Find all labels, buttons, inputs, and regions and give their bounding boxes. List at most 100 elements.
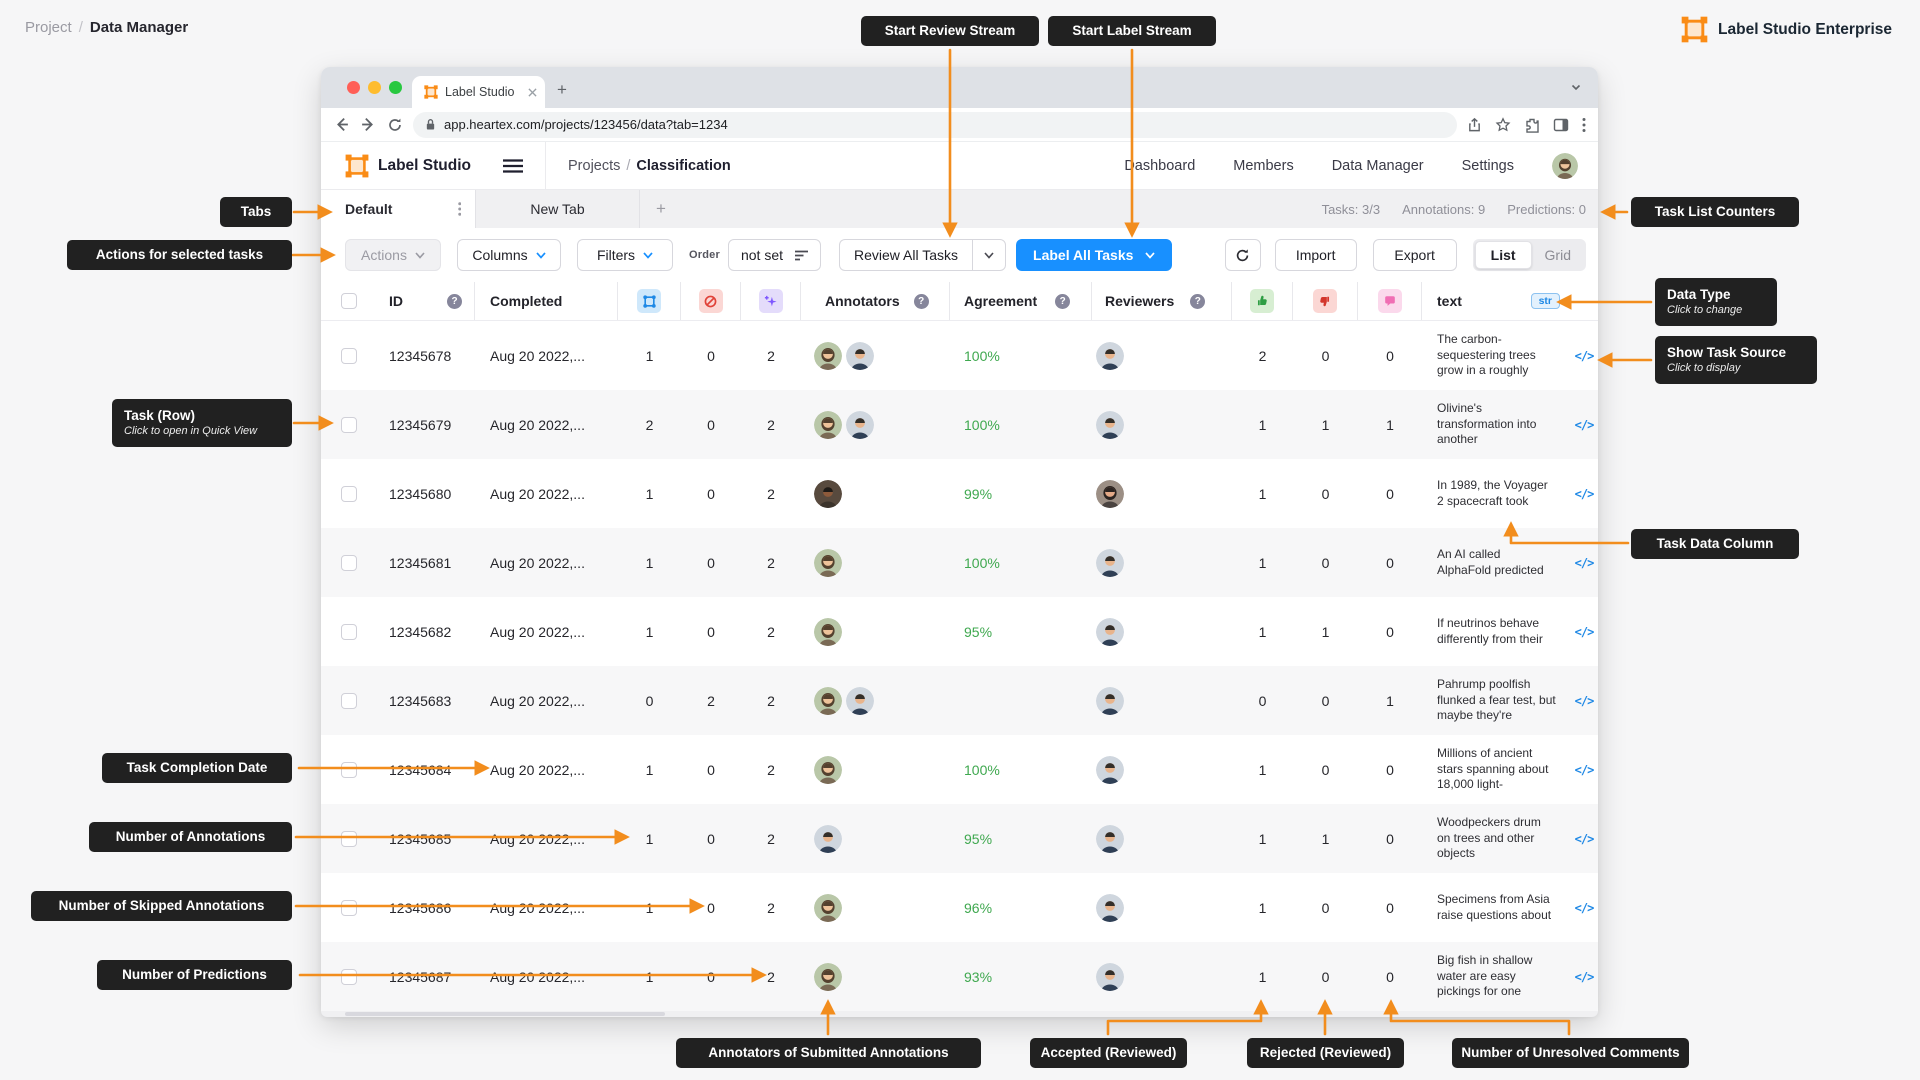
column-header-rejected[interactable] <box>1293 282 1358 320</box>
chevron-down-icon[interactable] <box>1570 81 1582 93</box>
review-dropdown-button[interactable] <box>972 239 1006 271</box>
label-all-tasks-button[interactable]: Label All Tasks <box>1016 239 1172 271</box>
list-view-button[interactable]: List <box>1475 241 1532 269</box>
column-header-completed[interactable]: Completed <box>475 282 618 320</box>
task-row[interactable]: 12345687Aug 20 2022,...10293%100Big fish… <box>321 942 1598 1011</box>
task-source-icon[interactable]: </> <box>1575 418 1594 432</box>
task-row[interactable]: 12345678Aug 20 2022,...102100%200The car… <box>321 321 1598 390</box>
column-header-accepted[interactable] <box>1232 282 1293 320</box>
horizontal-scrollbar[interactable] <box>321 1011 1598 1017</box>
row-checkbox[interactable] <box>341 693 357 709</box>
task-source-icon[interactable]: </> <box>1575 694 1594 708</box>
row-checkbox[interactable] <box>341 624 357 640</box>
scrollbar-thumb[interactable] <box>345 1012 665 1016</box>
share-icon[interactable] <box>1467 117 1482 133</box>
breadcrumb-parent[interactable]: Project <box>25 19 72 36</box>
actions-button[interactable]: Actions <box>345 239 441 271</box>
nav-link-settings[interactable]: Settings <box>1462 158 1514 174</box>
refresh-button[interactable] <box>1225 239 1261 271</box>
export-button[interactable]: Export <box>1373 239 1457 271</box>
tab-new-tab[interactable]: New Tab <box>476 190 640 228</box>
column-header-reviewers[interactable]: Reviewers <box>1105 293 1174 309</box>
task-source-icon[interactable]: </> <box>1575 625 1594 639</box>
task-row[interactable]: 12345685Aug 20 2022,...10295%110Woodpeck… <box>321 804 1598 873</box>
user-avatar[interactable] <box>1552 153 1578 179</box>
annotator-avatars <box>801 804 950 873</box>
reload-icon[interactable] <box>387 117 403 133</box>
row-checkbox[interactable] <box>341 555 357 571</box>
column-header-text[interactable]: text <box>1437 293 1462 309</box>
task-row[interactable]: 12345679Aug 20 2022,...202100%111Olivine… <box>321 390 1598 459</box>
side-panel-icon[interactable] <box>1553 117 1569 133</box>
nav-link-members[interactable]: Members <box>1233 158 1293 174</box>
columns-button[interactable]: Columns <box>457 239 561 271</box>
task-row[interactable]: 12345681Aug 20 2022,...102100%100An AI c… <box>321 528 1598 597</box>
column-header-predictions[interactable] <box>741 282 801 320</box>
annotator-avatars <box>801 873 950 942</box>
help-icon[interactable]: ? <box>914 294 929 309</box>
order-button[interactable]: not set <box>728 239 821 271</box>
close-window-button[interactable] <box>347 81 360 94</box>
task-source-icon[interactable]: </> <box>1575 487 1594 501</box>
select-all-checkbox[interactable] <box>341 293 357 309</box>
task-source-icon[interactable]: </> <box>1575 349 1594 363</box>
task-row[interactable]: 12345680Aug 20 2022,...10299%100In 1989,… <box>321 459 1598 528</box>
annotator-avatars <box>801 666 950 735</box>
minimize-window-button[interactable] <box>368 81 381 94</box>
review-all-tasks-button[interactable]: Review All Tasks <box>839 239 1006 271</box>
task-text: Pahrump poolfish flunked a fear test, bu… <box>1422 666 1570 735</box>
column-header-comments[interactable] <box>1358 282 1422 320</box>
task-row[interactable]: 12345686Aug 20 2022,...10296%100Specimen… <box>321 873 1598 942</box>
task-source-icon[interactable]: </> <box>1575 556 1594 570</box>
task-row[interactable]: 12345683Aug 20 2022,...022001Pahrump poo… <box>321 666 1598 735</box>
column-header-id[interactable]: ID <box>389 293 403 309</box>
filters-button[interactable]: Filters <box>577 239 673 271</box>
task-completed-date: Aug 20 2022,... <box>475 666 618 735</box>
column-header-annotators[interactable]: Annotators <box>825 293 900 309</box>
browser-tab[interactable]: Label Studio <box>412 76 545 108</box>
row-checkbox[interactable] <box>341 348 357 364</box>
row-checkbox[interactable] <box>341 969 357 985</box>
grid-view-button[interactable]: Grid <box>1532 247 1584 263</box>
task-source-icon[interactable]: </> <box>1575 970 1594 984</box>
callout-number-of-skipped: Number of Skipped Annotations <box>31 891 292 921</box>
tab-menu-icon[interactable] <box>458 202 462 216</box>
extensions-puzzle-icon[interactable] <box>1524 117 1540 133</box>
projects-link[interactable]: Projects <box>568 158 620 174</box>
row-checkbox[interactable] <box>341 417 357 433</box>
task-source-icon[interactable]: </> <box>1575 832 1594 846</box>
zoom-window-button[interactable] <box>389 81 402 94</box>
bookmark-star-icon[interactable] <box>1495 117 1511 133</box>
address-bar[interactable]: app.heartex.com/projects/123456/data?tab… <box>413 112 1457 138</box>
nav-link-data-manager[interactable]: Data Manager <box>1332 158 1424 174</box>
browser-menu-icon[interactable] <box>1582 117 1586 133</box>
back-icon[interactable] <box>333 116 350 133</box>
close-tab-icon[interactable] <box>528 88 537 97</box>
new-browser-tab-button[interactable]: + <box>557 80 567 100</box>
row-checkbox[interactable] <box>341 900 357 916</box>
add-view-tab-button[interactable]: + <box>640 190 682 228</box>
row-checkbox[interactable] <box>341 486 357 502</box>
column-header-agreement[interactable]: Agreement <box>964 293 1037 309</box>
callout-accepted-reviewed: Accepted (Reviewed) <box>1030 1038 1187 1068</box>
column-header-annotations[interactable] <box>618 282 681 320</box>
help-icon[interactable]: ? <box>1190 294 1205 309</box>
forward-icon[interactable] <box>360 116 377 133</box>
nav-link-dashboard[interactable]: Dashboard <box>1124 158 1195 174</box>
import-button[interactable]: Import <box>1275 239 1357 271</box>
task-source-icon[interactable]: </> <box>1575 901 1594 915</box>
row-checkbox[interactable] <box>341 831 357 847</box>
task-source-icon[interactable]: </> <box>1575 763 1594 777</box>
app-logo[interactable]: Label Studio <box>345 154 471 178</box>
task-row[interactable]: 12345684Aug 20 2022,...102100%100Million… <box>321 735 1598 804</box>
column-header-skipped[interactable] <box>681 282 741 320</box>
hamburger-menu-icon[interactable] <box>503 159 523 173</box>
data-type-badge[interactable]: str <box>1531 293 1560 309</box>
row-checkbox[interactable] <box>341 762 357 778</box>
reviewer-avatars <box>1092 321 1232 390</box>
tab-default[interactable]: Default <box>321 190 476 228</box>
help-icon[interactable]: ? <box>447 294 462 309</box>
help-icon[interactable]: ? <box>1055 294 1070 309</box>
task-row[interactable]: 12345682Aug 20 2022,...10295%110If neutr… <box>321 597 1598 666</box>
callout-task-completion-date: Task Completion Date <box>102 753 292 783</box>
